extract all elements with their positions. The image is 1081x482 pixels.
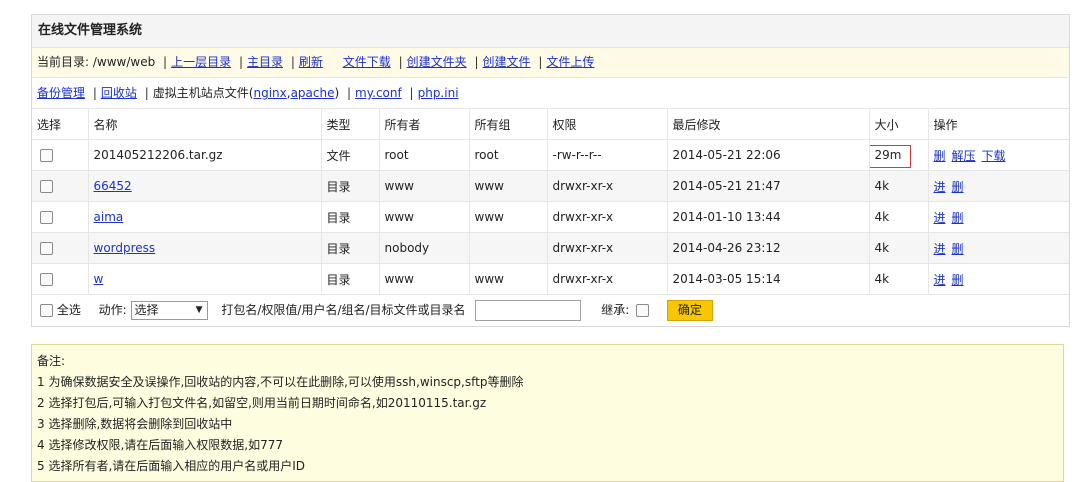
action-label: 动作: — [98, 303, 127, 317]
recycle-bin-link[interactable]: 回收站 — [101, 86, 137, 100]
row-checkbox[interactable] — [40, 242, 53, 255]
vhost-label: 虚拟主机站点文件( — [152, 86, 254, 100]
note-line: 3 选择删除,数据将会删除到回收站中 — [37, 417, 233, 431]
dir-name-link[interactable]: aima — [94, 210, 124, 224]
home-dir-link[interactable]: 主目录 — [247, 55, 283, 69]
file-upload-link[interactable]: 文件上传 — [546, 55, 594, 69]
table-row: w 目录 www www drwxr-xr-x 2014-03-05 15:14… — [32, 263, 1069, 295]
col-size: 大小 — [869, 109, 929, 140]
file-size: 4k — [869, 263, 929, 295]
notes-panel: 备注: 1 为确保数据安全及误操作,回收站的内容,不可以在此删除,可以使用ssh… — [31, 344, 1064, 482]
inherit-checkbox[interactable] — [636, 304, 650, 317]
page-title: 在线文件管理系统 — [32, 15, 1069, 48]
table-row: wordpress 目录 nobody drwxr-xr-x 2014-04-2… — [32, 232, 1069, 264]
row-checkbox[interactable] — [40, 273, 53, 286]
parent-dir-link[interactable]: 上一层目录 — [171, 55, 231, 69]
col-name: 名称 — [88, 109, 322, 140]
action-bar: 全选 动作: 选择 ▼ 打包名/权限值/用户名/组名/目标文件或目录名 继承: 确… — [32, 295, 1069, 326]
col-ops: 操作 — [928, 109, 1069, 140]
select-all-label: 全选 — [56, 303, 81, 317]
row-checkbox[interactable] — [40, 149, 53, 162]
dir-name-link[interactable]: w — [94, 272, 104, 286]
dropdown-arrow-icon: ▼ — [195, 305, 203, 315]
action-select[interactable]: 选择 ▼ — [130, 301, 208, 320]
path-toolbar: 当前目录: /www/web | 上一层目录 | 主目录 | 刷新 文件下载 | 创建文… — [32, 48, 1069, 78]
confirm-button[interactable]: 确定 — [666, 300, 713, 321]
note-line: 4 选择修改权限,请在后面输入权限数据,如777 — [37, 438, 283, 452]
enter-link[interactable]: 进 — [934, 180, 946, 194]
row-checkbox[interactable] — [40, 180, 53, 193]
php-ini-link[interactable]: php.ini — [418, 86, 459, 100]
file-size: 4k — [869, 232, 929, 264]
notes-title: 备注: — [37, 354, 66, 368]
nginx-link[interactable]: nginx — [253, 86, 286, 100]
table-row: 201405212206.tar.gz 文件 root root -rw-r--… — [32, 139, 1069, 171]
secondary-toolbar: 备份管理 | 回收站 | 虚拟主机站点文件(nginx,apache) | my.co… — [32, 78, 1069, 109]
backup-link[interactable]: 备份管理 — [37, 86, 85, 100]
file-manager-panel: 在线文件管理系统 当前目录: /www/web | 上一层目录 | 主目录 | 刷新 … — [31, 14, 1070, 327]
inherit-label: 继承: — [601, 303, 630, 317]
extract-link[interactable]: 解压 — [952, 149, 976, 163]
row-checkbox[interactable] — [40, 211, 53, 224]
col-select: 选择 — [32, 109, 89, 140]
delete-link[interactable]: 删 — [952, 211, 964, 225]
file-download-link[interactable]: 文件下载 — [343, 55, 391, 69]
table-header: 选择 名称 类型 所有者 所有组 权限 最后修改 大小 操作 — [32, 109, 1069, 140]
current-dir-label: 当前目录: — [37, 55, 90, 69]
delete-link[interactable]: 删 — [952, 180, 964, 194]
note-line: 1 为确保数据安全及误操作,回收站的内容,不可以在此删除,可以使用ssh,win… — [37, 375, 524, 389]
delete-link[interactable]: 删 — [952, 273, 964, 287]
col-owner: 所有者 — [379, 109, 470, 140]
col-perm: 权限 — [547, 109, 668, 140]
my-conf-link[interactable]: my.conf — [355, 86, 402, 100]
refresh-link[interactable]: 刷新 — [299, 55, 323, 69]
enter-link[interactable]: 进 — [934, 242, 946, 256]
input-label: 打包名/权限值/用户名/组名/目标文件或目录名 — [221, 303, 466, 317]
dir-name-link[interactable]: wordpress — [94, 241, 156, 255]
file-table: 选择 名称 类型 所有者 所有组 权限 最后修改 大小 操作 201405212… — [32, 109, 1069, 295]
file-size: 4k — [869, 201, 929, 233]
current-dir-value: /www/web — [92, 55, 156, 69]
table-row: aima 目录 www www drwxr-xr-x 2014-01-10 13… — [32, 201, 1069, 233]
note-line: 2 选择打包后,可输入打包文件名,如留空,则用当前日期时间命名,如2011011… — [37, 396, 487, 410]
file-name: 201405212206.tar.gz — [88, 139, 322, 171]
file-size: 4k — [869, 170, 929, 202]
col-type: 类型 — [321, 109, 380, 140]
select-all-checkbox[interactable] — [40, 304, 53, 317]
note-line: 5 选择所有者,请在后面输入相应的用户名或用户ID — [37, 459, 306, 473]
col-group: 所有组 — [469, 109, 548, 140]
delete-link[interactable]: 删 — [952, 242, 964, 256]
create-file-link[interactable]: 创建文件 — [483, 55, 531, 69]
highlight-box — [869, 145, 911, 168]
download-link[interactable]: 下载 — [982, 149, 1006, 163]
create-folder-link[interactable]: 创建文件夹 — [407, 55, 467, 69]
col-mtime: 最后修改 — [667, 109, 870, 140]
delete-link[interactable]: 删 — [934, 149, 946, 163]
enter-link[interactable]: 进 — [934, 211, 946, 225]
table-row: 66452 目录 www www drwxr-xr-x 2014-05-21 2… — [32, 170, 1069, 202]
apache-link[interactable]: apache — [291, 86, 335, 100]
dir-name-link[interactable]: 66452 — [94, 179, 132, 193]
enter-link[interactable]: 进 — [934, 273, 946, 287]
target-input[interactable] — [475, 300, 582, 321]
